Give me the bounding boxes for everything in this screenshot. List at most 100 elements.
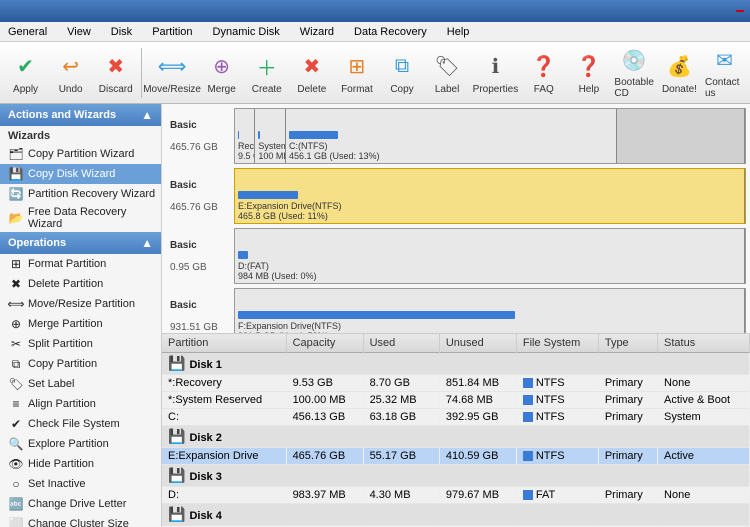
bootcd-button[interactable]: 💿Bootable CD (612, 45, 655, 101)
partition-usage-bar (258, 131, 259, 139)
fs-icon (523, 490, 533, 500)
sidebar-item-label: Format Partition (28, 258, 106, 270)
disk-visual-disk2[interactable]: E:Expansion Drive(NTFS)465.8 GB (Used: 1… (234, 168, 746, 224)
sidebar-item-change-drive-letter[interactable]: 🔤Change Drive Letter (0, 494, 161, 514)
apply-icon: ✔ (10, 50, 42, 82)
donate-button[interactable]: 💰Donate! (658, 45, 701, 101)
move-button[interactable]: ⟺Move/Resize (146, 45, 198, 101)
disk-visual-disk4[interactable]: F:Expansion Drive(NTFS)931.5 GB (Used: 5… (234, 288, 746, 334)
disk-group-header: 💾Disk 4 (162, 504, 750, 526)
sidebar-item-change-cluster-size[interactable]: ⬜Change Cluster Size (0, 514, 161, 527)
free-data-recovery-icon: 📂 (8, 210, 24, 226)
properties-button[interactable]: ℹProperties (471, 45, 521, 101)
table-row[interactable]: D:983.97 MB4.30 MB979.67 MBFATPrimaryNon… (162, 487, 750, 504)
toolbar: ✔ Apply ↩Undo✖Discard⟺Move/Resize⊕Merge＋Cr… (0, 42, 750, 104)
faq-button[interactable]: ❓FAQ (522, 45, 565, 101)
sidebar-item-partition-recovery[interactable]: 🔄Partition Recovery Wizard (0, 184, 161, 204)
apply-label: Apply (13, 84, 38, 95)
sidebar-item-explore-partition[interactable]: 🔍Explore Partition (0, 434, 161, 454)
sidebar-item-merge-partition[interactable]: ⊕Merge Partition (0, 314, 161, 334)
delete-partition-icon: ✖ (8, 276, 24, 292)
table-row[interactable]: C:456.13 GB63.18 GB392.95 GBNTFSPrimaryS… (162, 409, 750, 426)
chevron-icon: ▲ (141, 108, 153, 122)
copy-button[interactable]: ⧉Copy (380, 45, 423, 101)
partition-usage-bar (238, 251, 248, 259)
sidebar-item-copy-partition2[interactable]: ⧉ Copy Partition (0, 354, 161, 374)
discard-button[interactable]: ✖Discard (94, 45, 137, 101)
apply-button[interactable]: ✔ Apply (4, 45, 47, 101)
partition-block-empty[interactable] (617, 109, 745, 163)
sidebar-item-copy-partition[interactable]: 🗂Copy Partition Wizard (0, 144, 161, 164)
table-row[interactable]: *:Recovery9.53 GB8.70 GB851.84 MBNTFSPri… (162, 375, 750, 392)
partition-data-table: PartitionCapacityUsedUnusedFile SystemTy… (162, 334, 750, 527)
sidebar-item-align-partition[interactable]: ≡Align Partition (0, 394, 161, 414)
main-layout: Actions and Wizards▲Wizards🗂Copy Partiti… (0, 104, 750, 527)
partition-label: C:(NTFS) (289, 141, 614, 151)
menu-item-view[interactable]: View (63, 24, 95, 40)
partition-block[interactable]: D:(FAT)984 MB (Used: 0%) (235, 229, 745, 283)
sidebar: Actions and Wizards▲Wizards🗂Copy Partiti… (0, 104, 162, 527)
table-row[interactable]: *:System Reserved100.00 MB25.32 MB74.68 … (162, 392, 750, 409)
sidebar-item-hide-partition[interactable]: 👁Hide Partition (0, 454, 161, 474)
table-cell-partition: *:System Reserved (162, 392, 286, 409)
disk-group-label: 💾Disk 1 (162, 353, 750, 375)
menu-item-dynamic-disk[interactable]: Dynamic Disk (209, 24, 284, 40)
table-cell-partition: *:Recovery (162, 375, 286, 392)
partition-block[interactable]: E:Expansion Drive(NTFS)465.8 GB (Used: 1… (235, 169, 745, 223)
contact-button[interactable]: ✉Contact us (703, 45, 746, 101)
format-button[interactable]: ⊞Format (335, 45, 378, 101)
sidebar-item-format-partition[interactable]: ⊞ Format Partition (0, 254, 161, 274)
menu-item-partition[interactable]: Partition (148, 24, 196, 40)
menu-item-general[interactable]: General (4, 24, 51, 40)
partition-usage-bar (289, 131, 338, 139)
format-partition-icon: ⊞ (8, 256, 24, 272)
sidebar-item-free-data-recovery[interactable]: 📂Free Data Recovery Wizard (0, 204, 161, 232)
sidebar-item-split-partition[interactable]: ✂Split Partition (0, 334, 161, 354)
move-label: Move/Resize (143, 84, 201, 95)
discard-icon: ✖ (100, 50, 132, 82)
partition-block[interactable]: Recovery(NTF...9.5 GB (Used: ... (235, 109, 255, 163)
disk-visual-disk1[interactable]: Recovery(NTF...9.5 GB (Used: ...System R… (234, 108, 746, 164)
sidebar-item-check-filesystem[interactable]: ✔Check File System (0, 414, 161, 434)
sidebar-item-label: Copy Partition (28, 358, 97, 370)
merge-button[interactable]: ⊕Merge (200, 45, 243, 101)
explore-partition-icon: 🔍 (8, 436, 24, 452)
help-button[interactable]: ❓Help (567, 45, 610, 101)
col-header-used: Used (363, 334, 439, 353)
table-cell-unused: 410.59 GB (439, 448, 516, 465)
disk-row-disk4: Basic931.51 GBF:Expansion Drive(NTFS)931… (166, 288, 746, 334)
table-cell-unused: 851.84 MB (439, 375, 516, 392)
copy-disk-icon: 💾 (8, 166, 24, 182)
partition-block[interactable]: System Reserv...100 MB (Used: ... (255, 109, 286, 163)
contact-icon: ✉ (709, 47, 741, 75)
sidebar-item-move-resize[interactable]: ⟺Move/Resize Partition (0, 294, 161, 314)
sidebar-item-set-inactive[interactable]: ○Set Inactive (0, 474, 161, 494)
sidebar-item-copy-disk[interactable]: 💾Copy Disk Wizard (0, 164, 161, 184)
delete-button[interactable]: ✖Delete (290, 45, 333, 101)
copy-partition2-icon: ⧉ (8, 356, 24, 372)
menu-item-data-recovery[interactable]: Data Recovery (350, 24, 431, 40)
sidebar-item-label: Split Partition (28, 338, 93, 350)
label-button[interactable]: 🏷Label (426, 45, 469, 101)
partition-block[interactable]: C:(NTFS)456.1 GB (Used: 13%) (286, 109, 618, 163)
menu-item-disk[interactable]: Disk (107, 24, 136, 40)
table-row[interactable]: E:Expansion Drive465.76 GB55.17 GB410.59… (162, 448, 750, 465)
table-cell-partition: C: (162, 409, 286, 426)
sidebar-item-label: Merge Partition (28, 318, 103, 330)
disk-icon: 💾 (168, 355, 185, 371)
partition-block[interactable]: F:Expansion Drive(NTFS)931.5 GB (Used: 5… (235, 289, 745, 334)
undo-button[interactable]: ↩Undo (49, 45, 92, 101)
sidebar-item-set-label[interactable]: 🏷Set Label (0, 374, 161, 394)
sidebar-item-label: Hide Partition (28, 458, 94, 470)
menu-item-help[interactable]: Help (443, 24, 474, 40)
sidebar-item-delete-partition[interactable]: ✖Delete Partition (0, 274, 161, 294)
menu-item-wizard[interactable]: Wizard (296, 24, 338, 40)
table-cell-partition: D: (162, 487, 286, 504)
table-cell-used: 25.32 MB (363, 392, 439, 409)
sidebar-section-label-operations: Operations (8, 237, 66, 249)
create-button[interactable]: ＋Create (245, 45, 288, 101)
disk-type: Basic (170, 180, 230, 191)
sidebar-section-actions-wizards: Actions and Wizards▲ (0, 104, 161, 126)
disk-visual-disk3[interactable]: D:(FAT)984 MB (Used: 0%) (234, 228, 746, 284)
partition-label: System Reserv... (258, 141, 282, 151)
